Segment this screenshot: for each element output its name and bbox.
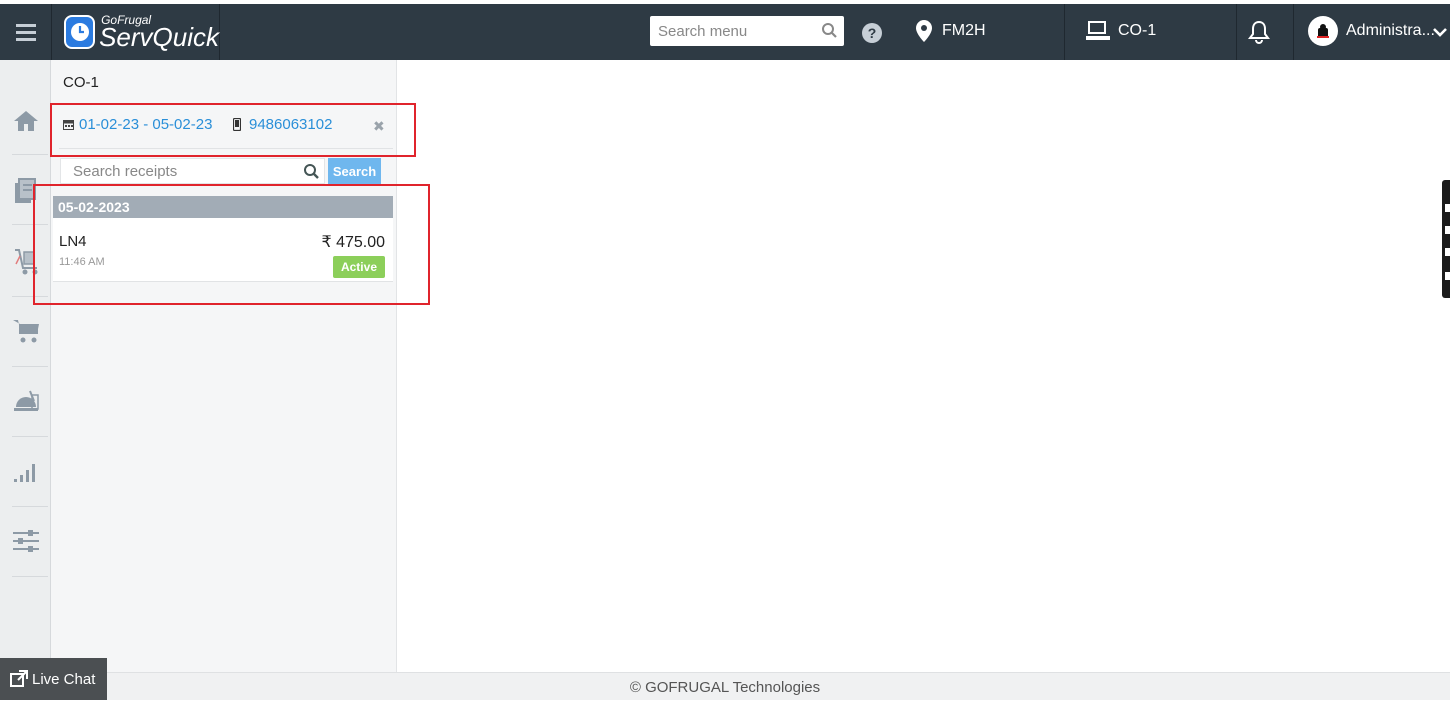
mobile-icon	[233, 118, 241, 131]
location-name: FM2H	[942, 22, 986, 39]
home-icon	[13, 111, 38, 131]
search-menu-input[interactable]	[658, 22, 818, 40]
calendar-icon	[63, 120, 74, 130]
panel-title: CO-1	[63, 74, 99, 91]
receipt-amount: ₹ 475.00	[321, 234, 385, 251]
kitchen-icon	[13, 390, 39, 411]
location-selector[interactable]: FM2H	[916, 20, 986, 42]
counter-selector[interactable]: CO-1	[1086, 21, 1156, 41]
chevron-down-icon	[1433, 28, 1447, 37]
divider	[12, 576, 48, 577]
top-bar: GoFrugal ServQuick ? FM2H CO-1 Administr…	[0, 4, 1450, 60]
counter-name: CO-1	[1118, 22, 1157, 39]
receipt-search-box	[60, 158, 325, 184]
receipt-date-header: 05-02-2023	[53, 196, 393, 218]
date-range-filter[interactable]: 01-02-23 - 05-02-23	[63, 116, 212, 133]
computer-icon	[1086, 21, 1110, 40]
divider	[12, 506, 48, 507]
user-menu[interactable]: Administra...	[1308, 16, 1447, 46]
brand-name: ServQuick	[99, 22, 219, 52]
sidebar-item-cart[interactable]	[0, 298, 51, 364]
purchase-icon	[14, 249, 37, 275]
live-chat-label: Live Chat	[32, 670, 96, 688]
floating-side-toolbar[interactable]	[1442, 180, 1450, 298]
receipt-search-input[interactable]	[73, 162, 293, 180]
app-logo[interactable]: GoFrugal ServQuick	[52, 4, 220, 60]
notification-bell-icon[interactable]	[1248, 20, 1270, 49]
sidebar-item-receipts[interactable]	[0, 158, 51, 224]
user-name: Administra...	[1346, 22, 1435, 39]
footer: © GOFRUGAL Technologies	[0, 672, 1450, 700]
sidebar-item-kitchen[interactable]	[0, 368, 51, 434]
location-pin-icon	[916, 20, 932, 42]
hamburger-menu-icon[interactable]	[0, 4, 52, 60]
avatar	[1308, 16, 1338, 46]
phone-number-text: 9486063102	[249, 116, 333, 133]
help-icon[interactable]: ?	[862, 23, 882, 43]
receipts-icon	[14, 178, 36, 203]
live-chat-button[interactable]: Live Chat	[0, 658, 107, 700]
divider	[12, 436, 48, 437]
clock-logo-icon	[64, 15, 96, 49]
clear-filter-close-icon[interactable]: ✖	[373, 118, 385, 135]
divider	[1293, 4, 1294, 60]
divider	[12, 366, 48, 367]
sidebar-item-home[interactable]	[0, 88, 51, 154]
settings-sliders-icon	[12, 530, 39, 552]
divider	[12, 224, 48, 225]
receipt-panel: CO-1 01-02-23 - 05-02-23 9486063102 ✖ Se…	[51, 60, 397, 672]
copyright-text: © GOFRUGAL Technologies	[629, 679, 821, 696]
search-menu-box	[650, 16, 844, 46]
reports-icon	[13, 464, 35, 482]
search-icon[interactable]	[821, 22, 838, 44]
phone-filter[interactable]: 9486063102	[233, 116, 332, 133]
receipt-time: 11:46 AM	[59, 256, 105, 268]
date-range-text: 01-02-23 - 05-02-23	[79, 116, 213, 133]
sidebar-item-reports[interactable]	[0, 438, 51, 504]
divider	[1236, 4, 1237, 60]
status-badge: Active	[332, 256, 385, 278]
sidebar-item-purchase[interactable]	[0, 228, 51, 294]
divider	[12, 296, 48, 297]
external-link-icon	[10, 670, 28, 687]
cart-icon	[12, 320, 39, 343]
list-item[interactable]: LN4 11:46 AM ₹ 475.00 Active	[53, 218, 393, 282]
sidebar-item-settings[interactable]	[0, 508, 51, 574]
divider	[1064, 4, 1065, 60]
search-icon[interactable]	[303, 163, 320, 185]
receipt-number: LN4	[59, 233, 87, 250]
divider	[12, 154, 48, 155]
sidebar-rail	[0, 60, 51, 672]
divider	[59, 148, 393, 149]
receipt-search-button[interactable]: Search	[328, 158, 381, 184]
